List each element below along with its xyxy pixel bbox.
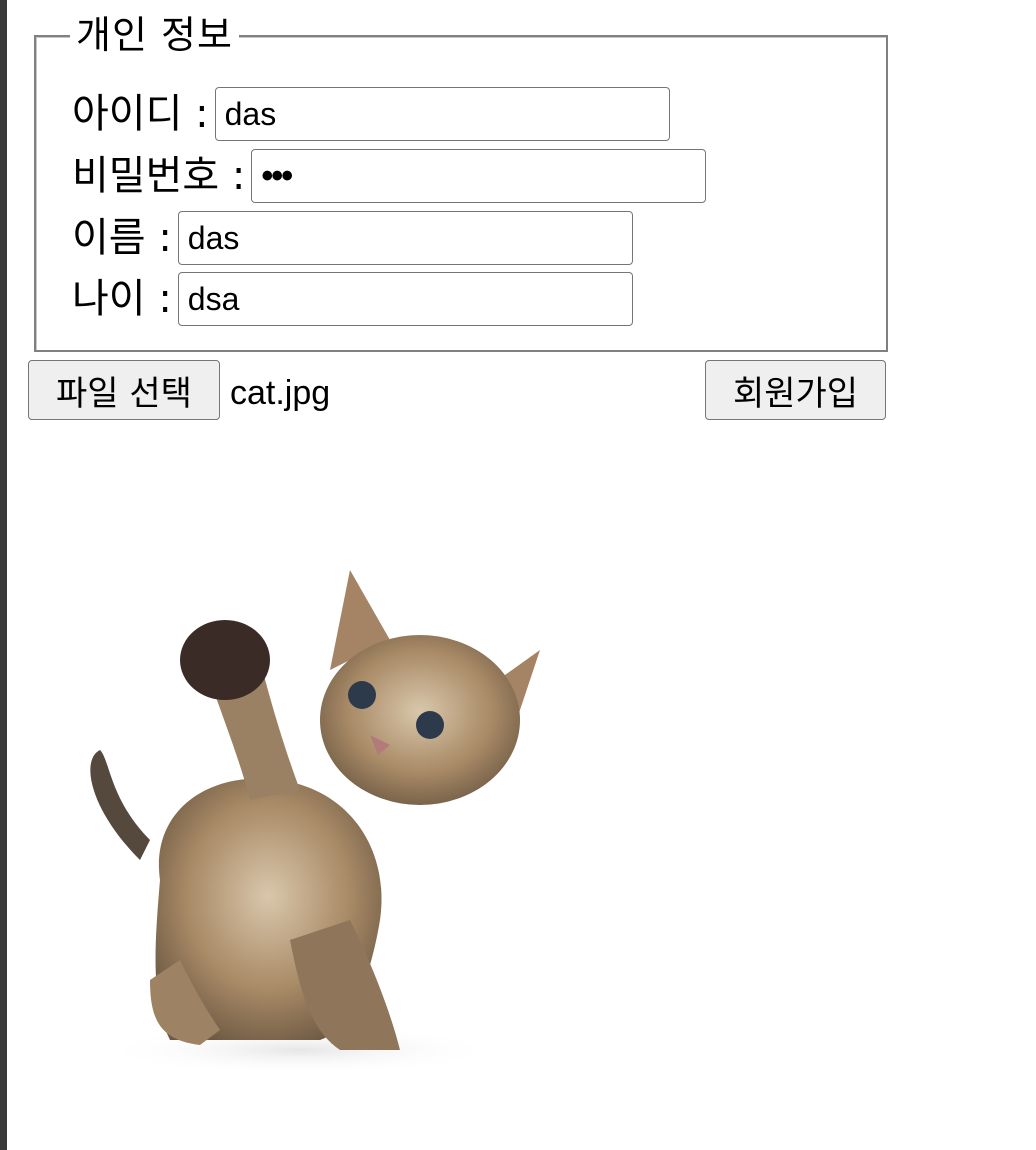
- name-input[interactable]: [177, 211, 633, 265]
- kitten-image: [90, 570, 540, 1075]
- age-label: 나이 :: [72, 276, 172, 322]
- file-select-button[interactable]: 파일 선택: [28, 360, 220, 420]
- password-input[interactable]: [251, 149, 707, 203]
- field-row-age: 나이 :: [72, 272, 633, 326]
- kitten-left-eye: [348, 681, 376, 709]
- kitten-tail: [90, 750, 150, 860]
- id-label: 아이디 :: [72, 91, 209, 137]
- age-input[interactable]: [177, 272, 633, 326]
- kitten-right-eye: [416, 711, 444, 739]
- window-left-edge: [0, 0, 7, 1150]
- field-row-name: 이름 :: [72, 211, 633, 265]
- selected-file-name: cat.jpg: [230, 374, 331, 412]
- fieldset-legend: 개인 정보: [70, 12, 239, 58]
- name-label: 이름 :: [72, 215, 172, 261]
- field-row-password: 비밀번호 :: [72, 149, 707, 203]
- id-input[interactable]: [214, 87, 670, 141]
- field-row-id: 아이디 :: [72, 87, 670, 141]
- signup-button[interactable]: 회원가입: [705, 360, 886, 420]
- password-label: 비밀번호 :: [72, 153, 246, 199]
- kitten-paw-pad: [180, 620, 270, 700]
